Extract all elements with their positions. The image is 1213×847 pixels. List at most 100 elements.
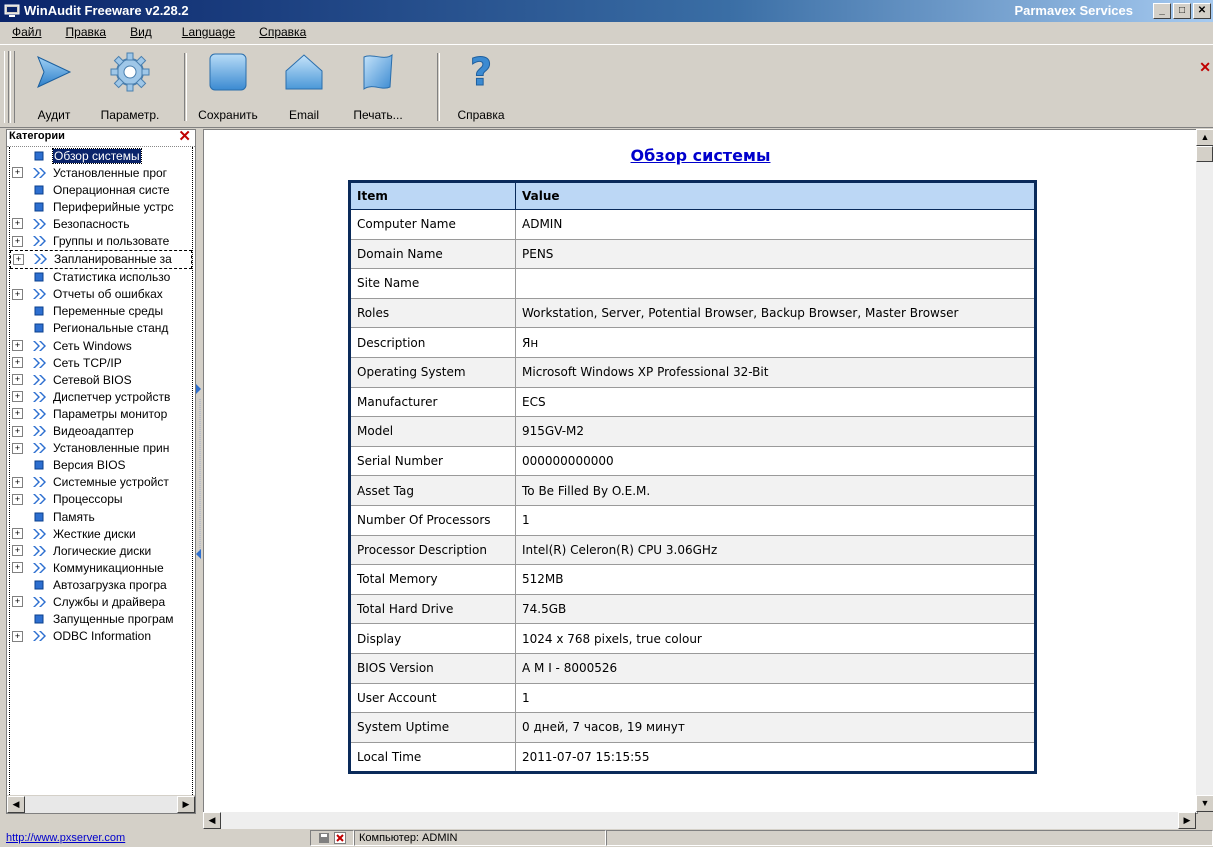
expand-toggle-icon[interactable]: + [12,288,23,300]
sidebar-item[interactable]: + Установленные прог [10,164,192,181]
expand-toggle-icon[interactable]: + [13,253,24,265]
sidebar-item[interactable]: + Диспетчер устройств [10,388,192,405]
sidebar-item[interactable]: + Коммуникационные [10,559,192,576]
settings-button[interactable]: Параметр. [98,51,162,122]
menu-edit[interactable]: Правка [54,25,119,39]
expand-toggle-icon[interactable]: + [12,218,23,230]
expand-toggle-icon[interactable]: + [12,391,23,403]
scroll-right-button[interactable]: ▶ [177,796,195,813]
sidebar-item[interactable]: Запущенные програм [10,611,192,628]
expand-toggle-icon[interactable]: + [12,340,23,352]
email-button[interactable]: Email [272,51,336,122]
categories-header: Категории ✕ [7,127,195,147]
sidebar-item[interactable]: Автозагрузка програ [10,576,192,593]
panel-splitter[interactable] [196,129,202,812]
sidebar-item[interactable]: Память [10,508,192,525]
expand-toggle-icon[interactable]: + [12,235,23,247]
expand-toggle-icon[interactable]: + [12,528,23,540]
print-label: Печать... [353,108,403,122]
sidebar-item-label: Службы и драйвера [53,594,166,609]
expand-toggle-icon[interactable]: + [12,442,23,454]
maximize-button[interactable]: □ [1173,3,1191,19]
sidebar-item[interactable]: + Системные устройст [10,474,192,491]
expand-toggle-icon[interactable]: + [12,493,23,505]
sidebar-item[interactable]: + Запланированные за [10,249,192,269]
report-scroll-right-button[interactable]: ▶ [1178,812,1196,829]
website-link[interactable]: http://www.pxserver.com [6,832,306,844]
sidebar-item[interactable]: + Сеть TCP/IP [10,354,192,371]
expand-toggle-icon[interactable]: + [12,630,23,642]
save-button[interactable]: Сохранить [196,51,260,122]
blue-square-icon [34,306,44,316]
menu-help[interactable]: Справка [247,25,318,39]
toolbar-grip-2[interactable] [10,51,15,123]
sidebar-item[interactable]: Обзор системы [10,147,192,164]
expand-toggle-icon[interactable]: + [12,374,23,386]
sidebar-item[interactable]: + Логические диски [10,542,192,559]
sidebar-item-label: ODBC Information [53,629,152,644]
app-monitor-icon [4,4,20,17]
expand-toggle-icon[interactable]: + [12,408,23,420]
expand-toggle-icon[interactable]: + [12,476,23,488]
blue-square-icon [34,614,44,624]
sidebar-item[interactable]: Операционная систе [10,181,192,198]
expand-toggle-icon[interactable]: + [12,596,23,608]
sidebar-item[interactable]: + Группы и пользовате [10,232,192,249]
expand-toggle-icon[interactable]: + [12,167,23,179]
table-row: Roles Workstation, Server, Potential Brow… [349,297,1036,329]
scroll-down-button[interactable]: ▼ [1196,795,1213,812]
sidebar-item[interactable]: + Жесткие диски [10,525,192,542]
sidebar-item[interactable]: + Параметры монитор [10,405,192,422]
sidebar-item-label: Запущенные програм [53,612,174,627]
sidebar-item[interactable]: + Безопасность [10,215,192,232]
vertical-scrollbar[interactable]: ▲ ▼ [1196,129,1213,812]
menu-view[interactable]: Вид [118,25,164,39]
expand-toggle-icon[interactable]: + [12,545,23,557]
sidebar-item-label: Системные устройст [53,475,169,490]
status-bar: http://www.pxserver.com Компьютер: ADMIN [0,829,1213,847]
menu-language[interactable]: Language [170,25,247,39]
double-chevron-icon [33,167,46,178]
scroll-up-button[interactable]: ▲ [1196,129,1213,146]
scroll-thumb[interactable] [1196,146,1213,162]
toolbar-grip[interactable] [4,51,9,123]
sidebar-item[interactable]: Периферийные устрс [10,198,192,215]
sidebar-item[interactable]: + Процессоры [10,491,192,508]
report-horizontal-scrollbar[interactable]: ◀ ▶ [203,812,1196,829]
toolbar-close-icon[interactable]: ✕ [1199,59,1211,76]
double-chevron-icon [33,596,46,607]
sidebar-item[interactable]: Статистика использо [10,269,192,286]
sidebar-item[interactable]: + Видеоадаптер [10,423,192,440]
scroll-left-button[interactable]: ◀ [7,796,25,813]
menu-file[interactable]: Файл [0,25,54,39]
blue-square-icon [34,151,44,161]
sidebar-horizontal-scrollbar[interactable]: ◀ ▶ [7,795,195,813]
expand-toggle-icon[interactable]: + [12,425,23,437]
report-scroll-left-button[interactable]: ◀ [203,812,221,829]
close-button[interactable]: ✕ [1193,3,1211,19]
sidebar-item[interactable]: + Отчеты об ошибках [10,286,192,303]
double-chevron-icon [33,357,46,368]
sidebar-item[interactable]: + Службы и драйвера [10,593,192,610]
sidebar-item[interactable]: Версия BIOS [10,457,192,474]
sidebar-item[interactable]: + Установленные прин [10,440,192,457]
print-button[interactable]: Печать... [346,51,410,122]
sidebar-item[interactable]: Региональные станд [10,320,192,337]
help-button[interactable]: ? Справка [449,51,513,122]
expand-toggle-icon[interactable]: + [12,562,23,574]
sidebar-item-label: Логические диски [53,543,152,558]
sidebar-item[interactable]: + Сеть Windows [10,337,192,354]
sidebar-item[interactable]: + Сетевой BIOS [10,371,192,388]
double-chevron-icon [33,545,46,556]
sidebar-item[interactable]: + ODBC Information [10,628,192,645]
expand-toggle-icon[interactable]: + [12,357,23,369]
categories-close-icon[interactable]: ✕ [178,127,191,145]
row-value-cell: 512MB [515,564,1036,595]
table-row: Asset Tag To Be Filled By O.E.M. [349,475,1036,506]
page-title[interactable]: Обзор системы [204,146,1197,165]
sidebar-item[interactable]: Переменные среды [10,303,192,320]
column-header-item: Item [349,181,516,210]
table-row: Operating System Microsoft Windows XP Pro… [349,356,1036,388]
minimize-button[interactable]: _ [1153,3,1171,19]
audit-button[interactable]: Аудит [22,51,86,122]
